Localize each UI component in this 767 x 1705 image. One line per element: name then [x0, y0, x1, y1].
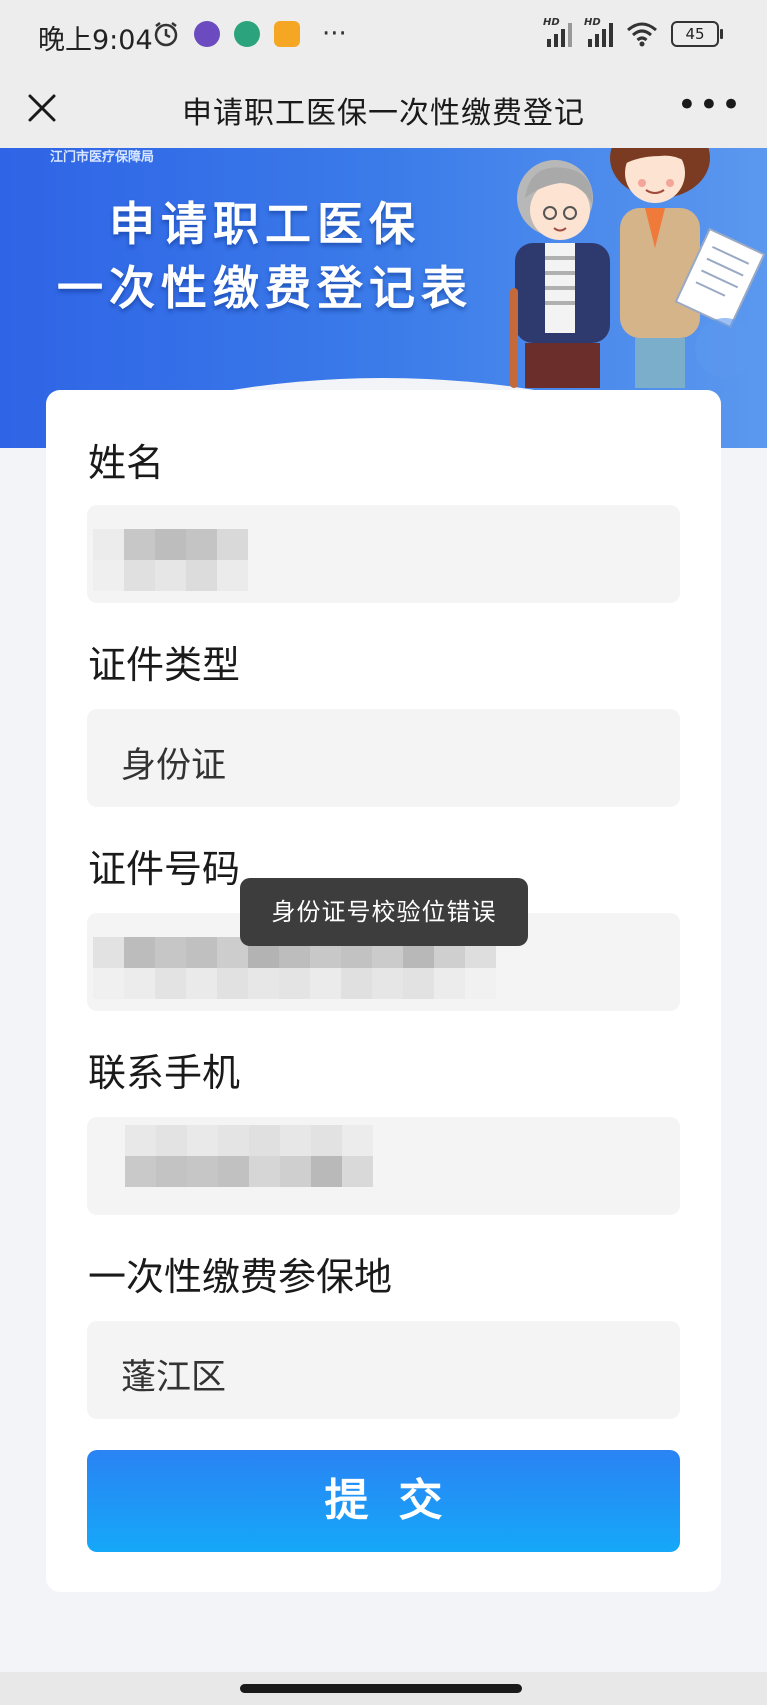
status-time: 晚上9:04 — [38, 25, 153, 56]
error-toast: 身份证号校验位错误 — [240, 878, 528, 946]
banner-org: 江门市医疗保障局 — [50, 150, 155, 165]
app-notification-icon — [234, 21, 260, 47]
hd-tag: HD — [584, 17, 601, 28]
insurance-place-select[interactable]: 蓬江区 — [87, 1321, 680, 1419]
page-title: 申请职工医保一次性缴费登记 — [182, 96, 585, 131]
redacted-name — [93, 529, 248, 591]
registration-form: 姓名 证件类型 身份证 证件号码 联系手机 一次性缴费参保地 蓬江区 提交 — [46, 390, 721, 1592]
status-system-icons: HD HD 45 — [543, 17, 723, 48]
phone-input[interactable] — [87, 1117, 680, 1215]
battery-icon: 45 — [671, 21, 723, 47]
signal-icon: HD — [584, 17, 613, 47]
alarm-icon — [154, 22, 178, 47]
wifi-icon — [627, 22, 657, 47]
id-type-select[interactable]: 身份证 — [87, 709, 680, 807]
insurance-place-value: 蓬江区 — [121, 1358, 227, 1398]
name-label: 姓名 — [88, 441, 165, 485]
signal-icon: HD — [543, 17, 572, 47]
nav-bar: 申请职工医保一次性缴费登记 ••• — [0, 70, 767, 148]
id-number-label: 证件号码 — [88, 847, 241, 891]
redacted-id-number — [93, 937, 496, 999]
name-input[interactable] — [87, 505, 680, 603]
more-options-icon[interactable]: ••• — [677, 88, 743, 122]
id-type-value: 身份证 — [121, 746, 227, 786]
home-indicator[interactable] — [240, 1684, 522, 1693]
banner-title-line1: 申请职工医保 — [109, 197, 421, 251]
redacted-phone — [125, 1125, 373, 1187]
status-notification-icons: ··· — [152, 20, 347, 48]
hd-tag: HD — [543, 17, 560, 28]
elderly-caregiver-illustration — [510, 148, 766, 388]
more-notifications-icon: ··· — [322, 19, 347, 49]
submit-button[interactable]: 提交 — [87, 1450, 680, 1552]
insurance-place-label: 一次性缴费参保地 — [88, 1255, 393, 1299]
status-bar: 晚上9:04 ··· HD HD 45 — [0, 0, 767, 70]
app-notification-icon — [194, 21, 220, 47]
phone-label: 联系手机 — [88, 1051, 241, 1095]
app-notification-icon — [274, 21, 300, 47]
banner-title-line2: 一次性缴费登记表 — [57, 261, 473, 315]
id-type-label: 证件类型 — [88, 643, 241, 687]
